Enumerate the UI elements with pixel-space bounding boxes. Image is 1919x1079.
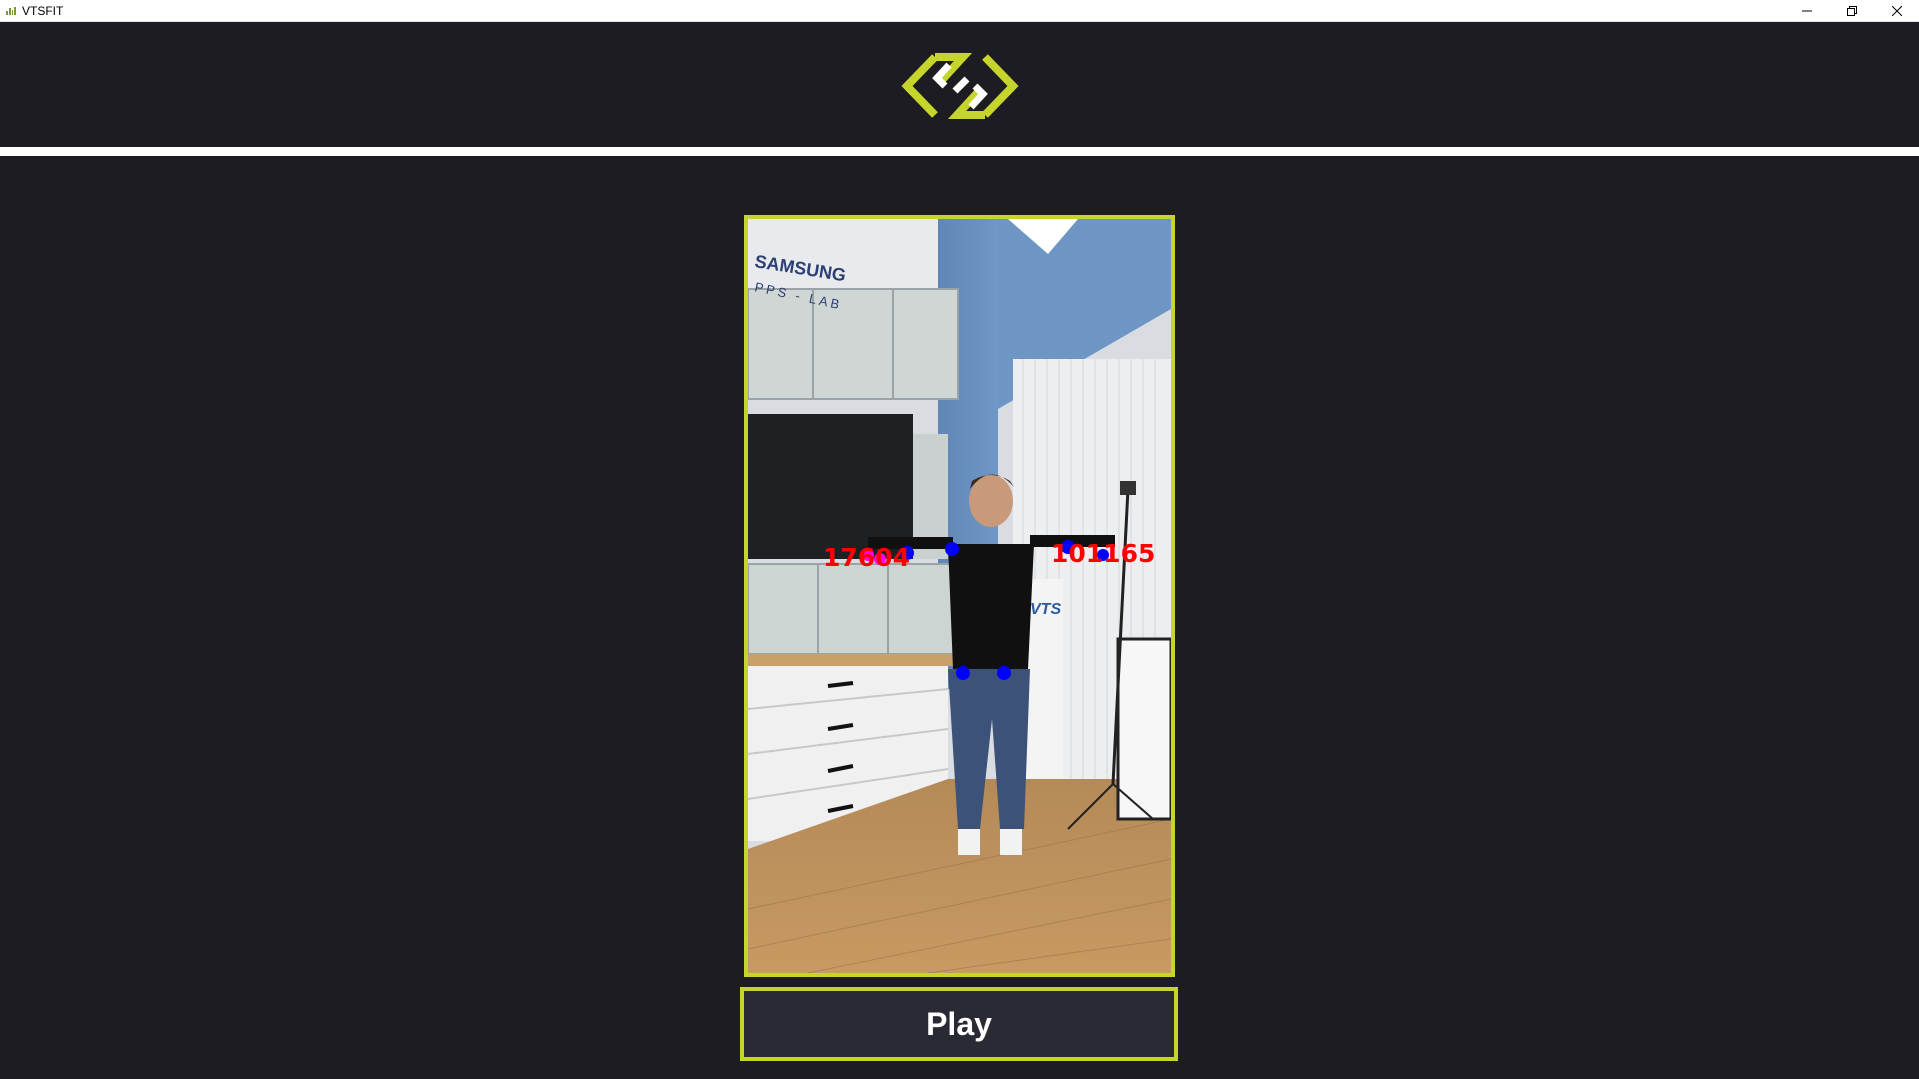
scene-box-text: VTS: [1030, 601, 1061, 618]
play-button[interactable]: Play: [740, 987, 1178, 1061]
window-controls: [1784, 0, 1919, 22]
minimize-icon: [1801, 10, 1812, 12]
app-icon: [6, 6, 16, 15]
restore-icon: [1846, 6, 1857, 16]
vtsfit-logo-icon: [901, 53, 1019, 119]
right-angle-label: 101165: [1051, 539, 1155, 568]
restore-button[interactable]: [1829, 0, 1874, 22]
window-title: VTSFIT: [22, 3, 64, 18]
app-header: [0, 22, 1919, 147]
title-bar: VTSFIT: [0, 0, 1919, 22]
minimize-button[interactable]: [1784, 0, 1829, 22]
close-icon: [1891, 6, 1902, 16]
left-angle-label: 17604: [823, 543, 910, 572]
video-feed: SAMSUNG PPS - LAB VTS 17604 101165: [748, 219, 1171, 973]
close-button[interactable]: [1874, 0, 1919, 22]
header-divider: [0, 147, 1919, 156]
video-frame: SAMSUNG PPS - LAB VTS 17604 101165: [744, 215, 1175, 977]
